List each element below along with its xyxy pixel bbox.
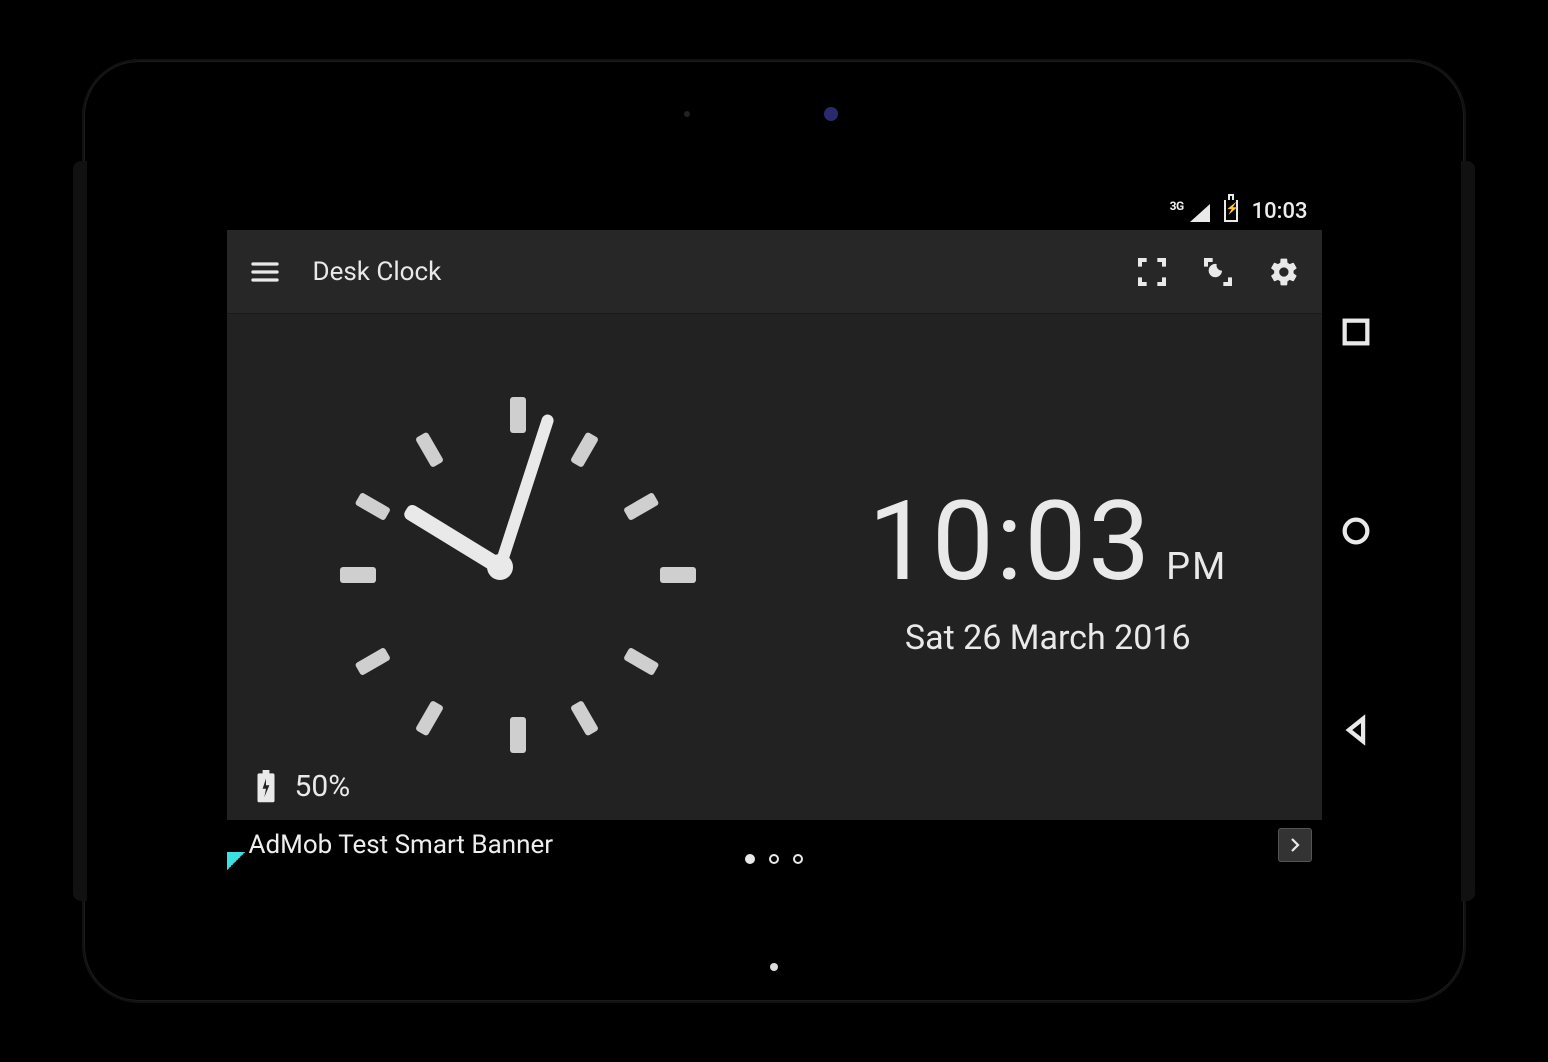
ad-next-button[interactable] — [1278, 828, 1312, 862]
fullscreen-icon — [1136, 256, 1168, 288]
analog-clock-panel — [227, 387, 775, 747]
home-button[interactable] — [1339, 514, 1373, 548]
clock-tick — [660, 567, 696, 583]
page-dot[interactable] — [793, 854, 803, 864]
ad-banner[interactable]: AdMob Test Smart Banner — [227, 820, 1322, 870]
ampm-label: PM — [1166, 545, 1227, 589]
chevron-right-icon — [1286, 836, 1304, 854]
clock-hub — [487, 554, 513, 580]
adchoices-icon[interactable] — [227, 852, 245, 870]
battery-icon — [255, 770, 277, 804]
date-label: Sat 26 March 2016 — [905, 618, 1191, 658]
clock-tick — [355, 492, 391, 521]
page-dot[interactable] — [745, 854, 755, 864]
status-bar: 3G 10:03 — [227, 192, 1322, 230]
sensor-dot-icon — [684, 111, 690, 117]
app-bar: Desk Clock — [227, 230, 1322, 314]
time-value: 10:03 — [868, 477, 1152, 606]
signal-icon — [1190, 204, 1210, 222]
battery-percent: 50% — [295, 769, 351, 804]
clock-tick — [623, 647, 659, 676]
clock-tick — [623, 492, 659, 521]
main-content: 10:03 PM Sat 26 March 2016 50% — [227, 314, 1322, 820]
clock-tick — [415, 700, 444, 736]
gear-icon — [1268, 256, 1300, 288]
front-camera-icon — [824, 107, 838, 121]
tablet-frame: 3G 10:03 Desk Clock — [84, 61, 1464, 1001]
digital-clock-panel: 10:03 PM Sat 26 March 2016 — [774, 477, 1322, 658]
clock-tick — [510, 717, 526, 753]
system-navbar — [1322, 192, 1390, 870]
clock-tick — [570, 700, 599, 736]
menu-button[interactable] — [247, 254, 283, 290]
night-fullscreen-icon — [1202, 256, 1234, 288]
clock-tick — [340, 567, 376, 583]
fullscreen-button[interactable] — [1134, 254, 1170, 290]
device-edge — [73, 161, 87, 901]
battery-indicator: 50% — [255, 769, 351, 804]
minute-hand — [495, 413, 556, 569]
app-title: Desk Clock — [313, 257, 442, 287]
back-button[interactable] — [1339, 713, 1373, 747]
menu-icon — [249, 256, 281, 288]
analog-clock — [320, 387, 680, 747]
home-indicator-icon — [770, 963, 778, 971]
settings-button[interactable] — [1266, 254, 1302, 290]
network-label: 3G — [1170, 200, 1184, 212]
page-dot[interactable] — [769, 854, 779, 864]
battery-status-icon — [1224, 200, 1238, 222]
recent-apps-button[interactable] — [1339, 315, 1373, 349]
night-fullscreen-button[interactable] — [1200, 254, 1236, 290]
clock-tick — [570, 432, 599, 468]
device-edge — [1461, 161, 1475, 901]
clock-tick — [355, 647, 391, 676]
ad-text: AdMob Test Smart Banner — [249, 830, 554, 860]
clock-tick — [415, 432, 444, 468]
screen: 3G 10:03 Desk Clock — [227, 192, 1322, 870]
ad-page-dots — [745, 854, 803, 864]
status-time: 10:03 — [1252, 199, 1308, 224]
digital-time: 10:03 PM — [868, 477, 1227, 606]
clock-tick — [510, 397, 526, 433]
